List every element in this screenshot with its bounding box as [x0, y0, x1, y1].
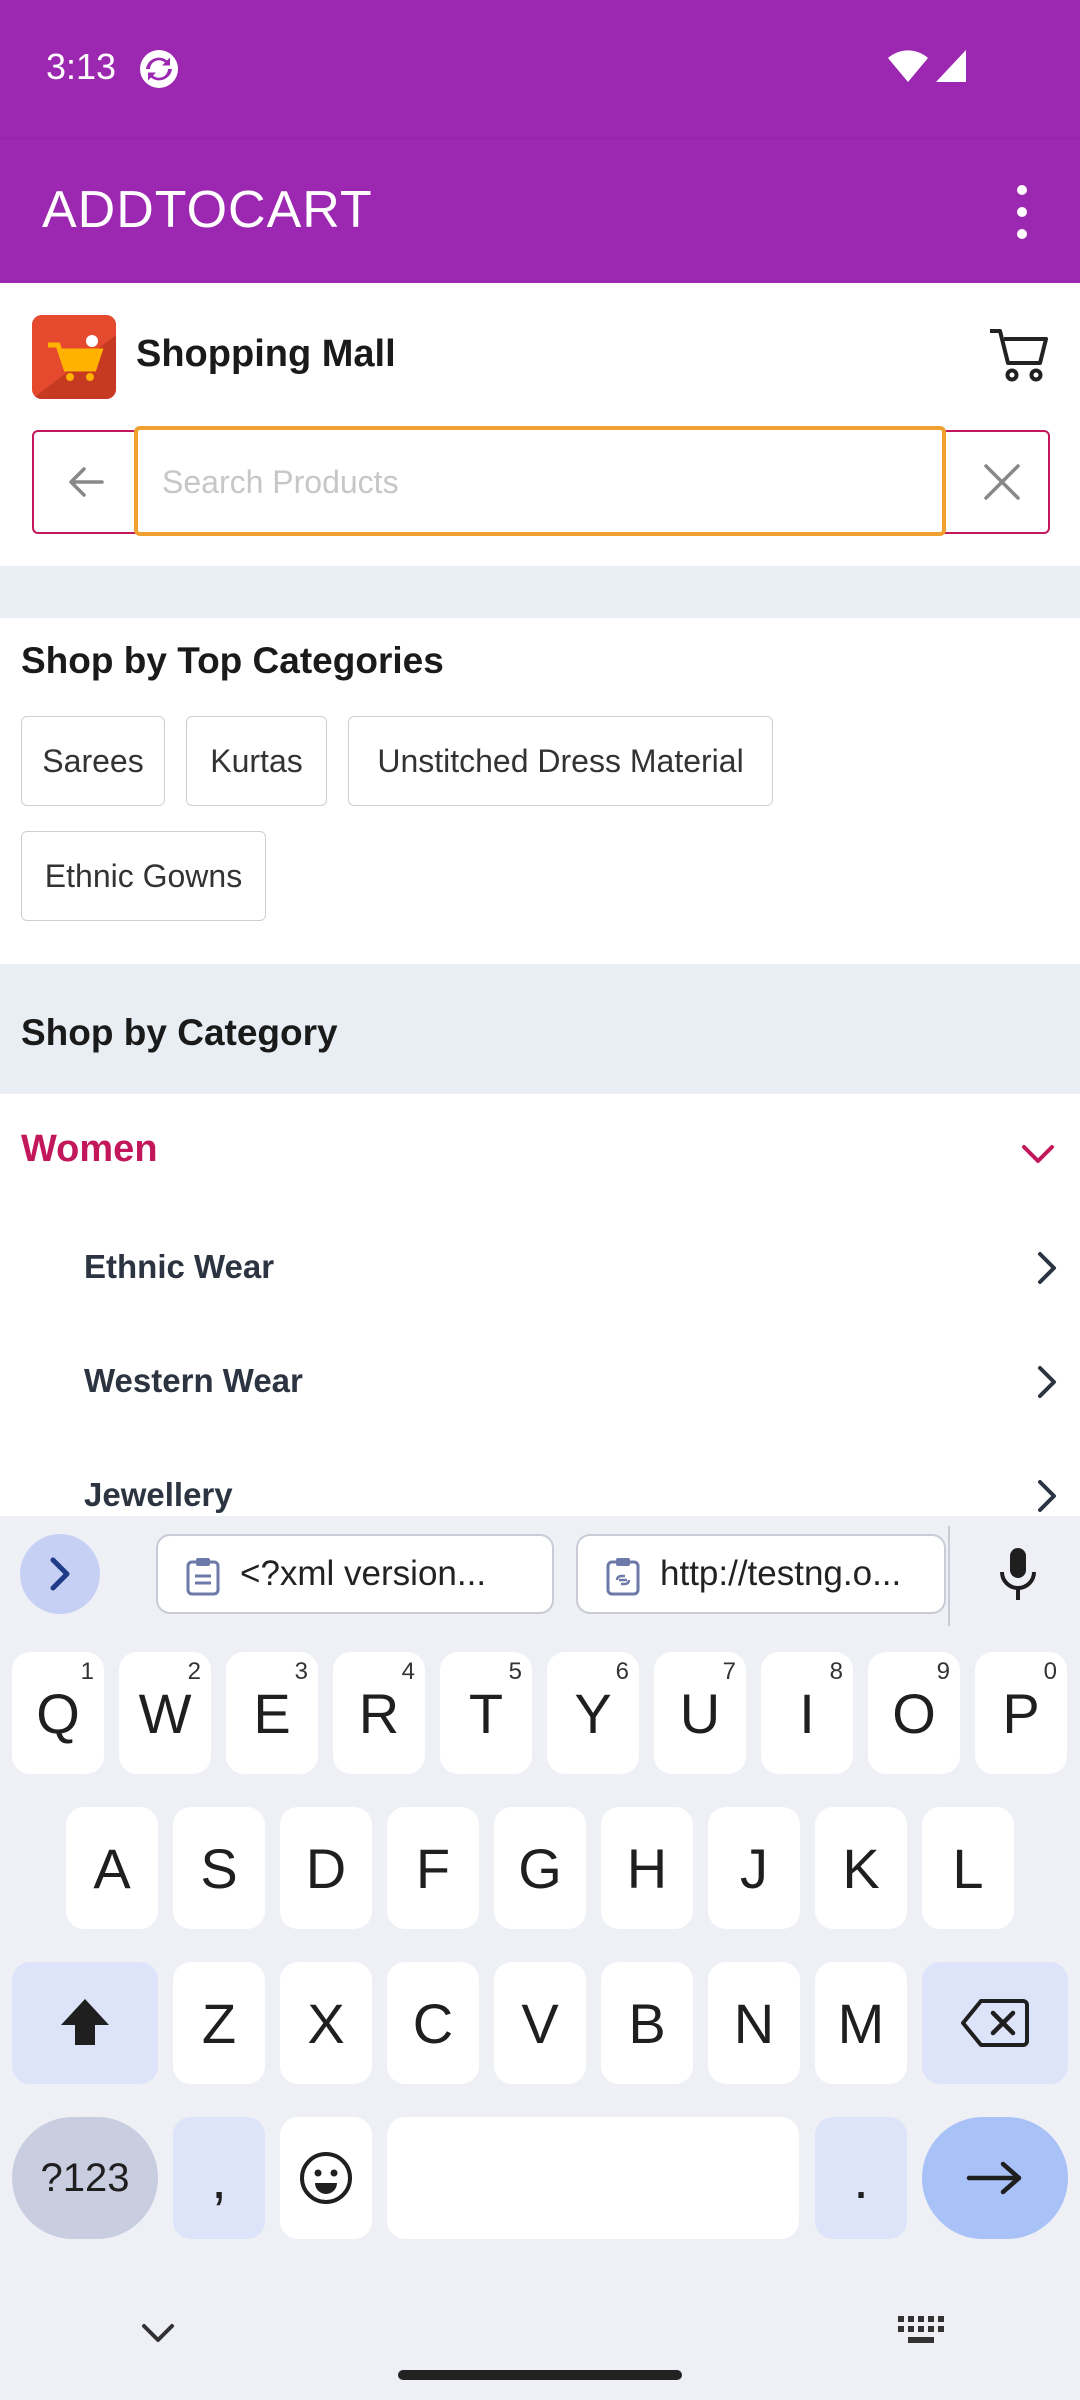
top-categories-section: Shop by Top Categories Sarees Kurtas Uns…: [0, 618, 1080, 964]
key-o[interactable]: O9: [868, 1652, 960, 1774]
hide-keyboard-chevron-icon[interactable]: [140, 2322, 176, 2346]
key-w[interactable]: W2: [119, 1652, 211, 1774]
key-j[interactable]: J: [708, 1807, 800, 1929]
key-g[interactable]: G: [494, 1807, 586, 1929]
chevron-right-icon: [1038, 1252, 1056, 1284]
key-t[interactable]: T5: [440, 1652, 532, 1774]
key-f[interactable]: F: [387, 1807, 479, 1929]
clipboard-text: http://testng.o...: [660, 1554, 902, 1593]
keyboard-suggestion-bar: <?xml version... http://testng.o...: [0, 1516, 1080, 1632]
chevron-right-icon: [1038, 1366, 1056, 1398]
store-logo: [32, 315, 116, 399]
wifi-icon: [888, 50, 928, 82]
store-header: Shopping Mall: [0, 283, 1080, 423]
clipboard-icon: [186, 1558, 220, 1596]
chevron-right-icon: [50, 1557, 70, 1591]
status-bar: 3:13: [0, 0, 1080, 140]
chevron-down-icon: [1022, 1145, 1054, 1163]
key-c[interactable]: C: [387, 1962, 479, 2084]
shift-icon: [61, 1999, 109, 2045]
overflow-menu-icon[interactable]: [1000, 180, 1044, 244]
category-women[interactable]: Women: [0, 1094, 1080, 1214]
key-l[interactable]: L: [922, 1807, 1014, 1929]
key-b[interactable]: B: [601, 1962, 693, 2084]
chip-ethnic-gowns[interactable]: Ethnic Gowns: [21, 831, 266, 921]
key-r[interactable]: R4: [333, 1652, 425, 1774]
period-key[interactable]: .: [815, 2117, 907, 2239]
key-i[interactable]: I8: [761, 1652, 853, 1774]
key-x[interactable]: X: [280, 1962, 372, 2084]
subcategory-label: Ethnic Wear: [84, 1248, 275, 1285]
search-field: [134, 426, 946, 536]
chip-sarees[interactable]: Sarees: [21, 716, 165, 806]
key-y[interactable]: Y6: [547, 1652, 639, 1774]
emoji-icon: [300, 2152, 352, 2204]
close-icon[interactable]: [980, 460, 1024, 504]
expand-toolbar-button[interactable]: [20, 1534, 100, 1614]
search-input[interactable]: [160, 456, 924, 508]
backspace-key[interactable]: [922, 1962, 1068, 2084]
key-k[interactable]: K: [815, 1807, 907, 1929]
enter-key[interactable]: [922, 2117, 1068, 2239]
chip-unstitched-dress-material[interactable]: Unstitched Dress Material: [348, 716, 773, 806]
home-gesture-bar[interactable]: [398, 2370, 682, 2380]
arrow-right-icon: [966, 2161, 1022, 2195]
key-v[interactable]: V: [494, 1962, 586, 2084]
subcategory-jewellery[interactable]: Jewellery: [0, 1442, 1080, 1516]
clipboard-suggestion-1[interactable]: <?xml version...: [156, 1534, 554, 1614]
suggestion-divider: [948, 1526, 950, 1626]
clipboard-suggestion-2[interactable]: http://testng.o...: [576, 1534, 946, 1614]
store-name: Shopping Mall: [136, 333, 396, 375]
symbols-key[interactable]: ?123: [12, 2117, 158, 2239]
key-e[interactable]: E3: [226, 1652, 318, 1774]
app-title: ADDTOCART: [42, 181, 373, 239]
on-screen-keyboard: <?xml version... http://testng.o... Q1 W…: [0, 1516, 1080, 2400]
subcategory-label: Jewellery: [84, 1476, 233, 1513]
microphone-icon[interactable]: [996, 1544, 1040, 1604]
chip-kurtas[interactable]: Kurtas: [186, 716, 327, 806]
space-key[interactable]: [387, 2117, 799, 2239]
clipboard-link-icon: [606, 1558, 640, 1596]
key-m[interactable]: M: [815, 1962, 907, 2084]
search-bar: [32, 426, 1050, 536]
subcategory-label: Western Wear: [84, 1362, 303, 1399]
key-a[interactable]: A: [66, 1807, 158, 1929]
key-h[interactable]: H: [601, 1807, 693, 1929]
backspace-icon: [961, 1999, 1029, 2047]
key-p[interactable]: P0: [975, 1652, 1067, 1774]
category-women-label: Women: [21, 1128, 158, 1170]
signal-icon: [936, 50, 966, 82]
app-bar: ADDTOCART: [0, 140, 1080, 283]
key-s[interactable]: S: [173, 1807, 265, 1929]
cart-icon[interactable]: [986, 325, 1050, 385]
status-time: 3:13: [46, 46, 117, 87]
subcategory-western-wear[interactable]: Western Wear: [0, 1328, 1080, 1442]
key-n[interactable]: N: [708, 1962, 800, 2084]
clipboard-text: <?xml version...: [240, 1554, 487, 1593]
back-arrow-icon[interactable]: [62, 458, 110, 506]
chevron-right-icon: [1038, 1480, 1056, 1512]
emoji-key[interactable]: [280, 2117, 372, 2239]
shop-by-category-section: Shop by Category: [0, 964, 1080, 1094]
subcategory-ethnic-wear[interactable]: Ethnic Wear: [0, 1214, 1080, 1328]
navigation-bar: [0, 2286, 1080, 2400]
key-z[interactable]: Z: [173, 1962, 265, 2084]
key-u[interactable]: U7: [654, 1652, 746, 1774]
shift-key[interactable]: [12, 1962, 158, 2084]
key-d[interactable]: D: [280, 1807, 372, 1929]
sync-icon: [140, 50, 178, 88]
section-divider: [0, 566, 1080, 618]
keyboard-switch-icon[interactable]: [896, 2314, 946, 2346]
top-categories-heading: Shop by Top Categories: [21, 640, 444, 681]
key-q[interactable]: Q1: [12, 1652, 104, 1774]
comma-key[interactable]: ,: [173, 2117, 265, 2239]
shop-by-category-heading: Shop by Category: [21, 1012, 338, 1053]
